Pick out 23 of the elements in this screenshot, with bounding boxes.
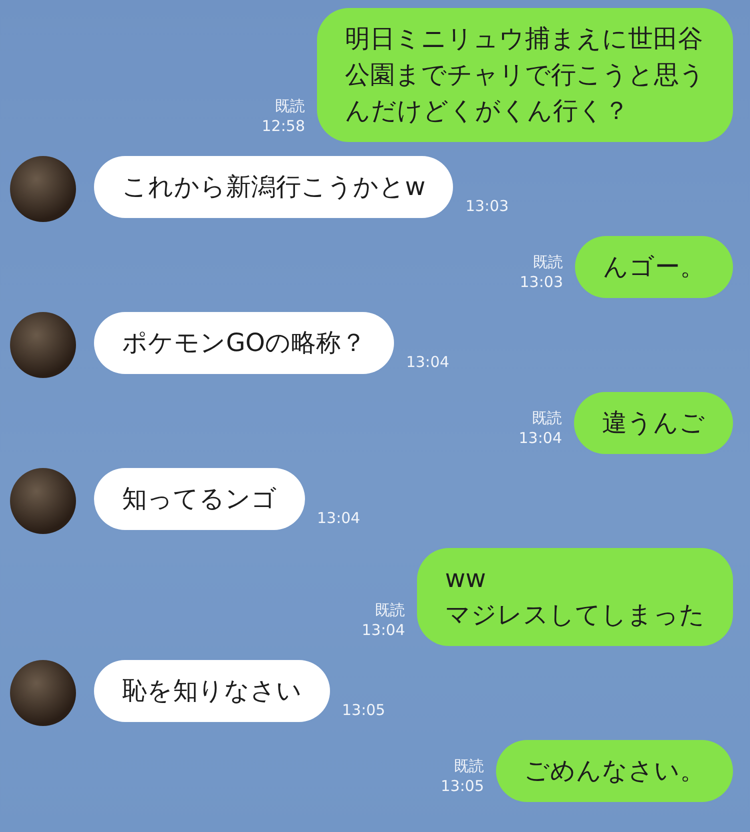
read-receipt: 既読 — [275, 96, 305, 116]
message-time: 13:03 — [520, 272, 563, 292]
read-receipt: 既読 — [375, 600, 405, 620]
message-time: 13:04 — [317, 508, 360, 528]
read-receipt: 既読 — [454, 756, 484, 776]
message-bubble: これから新潟行こうかとw — [94, 156, 454, 218]
message-time: 12:58 — [262, 116, 305, 136]
message-bubble: ww マジレスしてしまった — [417, 548, 733, 646]
message-time: 13:05 — [342, 700, 386, 720]
message-time: 13:05 — [440, 776, 484, 796]
message-bubble: 恥を知りなさい — [94, 660, 330, 722]
message-time: 13:03 — [465, 196, 509, 216]
message-bubble: んゴー。 — [575, 236, 733, 298]
message-time: 13:04 — [518, 428, 562, 448]
message-time: 13:04 — [362, 620, 405, 640]
message-bubble: 違うんご — [574, 392, 733, 454]
message-bubble: ポケモンGOの略称？ — [94, 312, 394, 374]
read-receipt: 既読 — [533, 252, 563, 272]
message-bubble: ごめんなさい。 — [496, 740, 733, 802]
message-time: 13:04 — [406, 352, 450, 372]
message-bubble: 知ってるンゴ — [94, 468, 305, 530]
read-receipt: 既読 — [532, 408, 562, 428]
message-bubble: 明日ミニリュウ捕まえに世田谷 公園までチャリで行こうと思う んだけどくがくん行く？ — [317, 8, 733, 142]
